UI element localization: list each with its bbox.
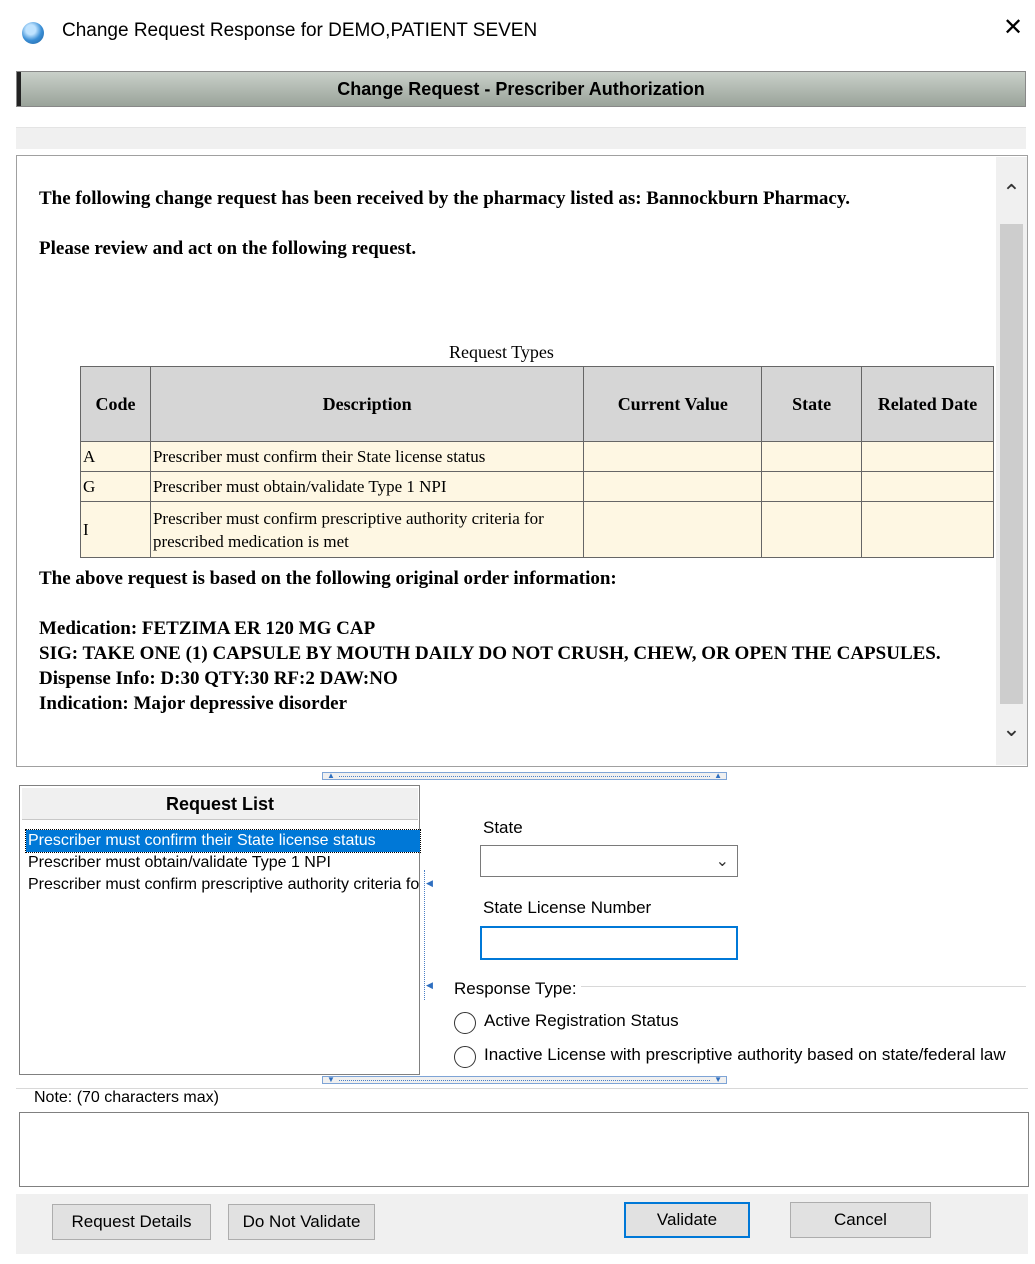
app-icon bbox=[22, 22, 44, 44]
splitter-arrow-down-icon: ▼ bbox=[327, 1075, 335, 1084]
validate-button[interactable]: Validate bbox=[624, 1202, 750, 1238]
cell-related-date bbox=[861, 441, 994, 472]
request-details-button[interactable]: Request Details bbox=[52, 1204, 211, 1240]
cell-current-value bbox=[583, 441, 763, 472]
response-type-label: Response Type: bbox=[454, 979, 581, 999]
col-header-state: State bbox=[761, 366, 863, 442]
scroll-down-icon[interactable]: ⌄ bbox=[996, 716, 1027, 742]
do-not-validate-button[interactable]: Do Not Validate bbox=[228, 1204, 375, 1240]
cell-description: Prescriber must confirm their State lice… bbox=[149, 441, 585, 472]
chevron-down-icon: ⌄ bbox=[715, 853, 729, 870]
cell-current-value bbox=[583, 471, 763, 502]
note-input[interactable] bbox=[19, 1112, 1029, 1187]
splitter-arrow-left-icon: ◀ bbox=[426, 878, 433, 888]
section-header: Change Request - Prescriber Authorizatio… bbox=[16, 71, 1026, 107]
dispense-text: Dispense Info: D:30 QTY:30 RF:2 DAW:NO bbox=[39, 668, 398, 689]
cancel-button[interactable]: Cancel bbox=[790, 1202, 931, 1238]
table-row: I Prescriber must confirm prescriptive a… bbox=[80, 501, 994, 558]
cell-state bbox=[761, 501, 863, 558]
request-document: The following change request has been re… bbox=[16, 155, 1028, 767]
note-label: Note: (70 characters max) bbox=[34, 1089, 223, 1107]
scroll-up-icon[interactable]: ⌃ bbox=[996, 180, 1027, 206]
active-registration-label[interactable]: Active Registration Status bbox=[484, 1011, 679, 1031]
order-info: The above request is based on the follow… bbox=[39, 566, 959, 716]
sig-text: SIG: TAKE ONE (1) CAPSULE BY MOUTH DAILY… bbox=[39, 643, 941, 664]
active-registration-radio[interactable] bbox=[454, 1012, 476, 1034]
request-list-panel bbox=[19, 785, 420, 1075]
license-number-input[interactable] bbox=[480, 926, 738, 960]
intro-text: The following change request has been re… bbox=[39, 188, 851, 209]
review-text: Please review and act on the following r… bbox=[39, 238, 417, 259]
table-caption: Request Types bbox=[449, 342, 554, 362]
table-row: G Prescriber must obtain/validate Type 1… bbox=[80, 471, 994, 502]
list-item[interactable]: Prescriber must obtain/validate Type 1 N… bbox=[26, 852, 420, 874]
list-item[interactable]: Prescriber must confirm their State lice… bbox=[25, 829, 421, 853]
col-header-description: Description bbox=[149, 366, 585, 442]
col-header-current-value: Current Value bbox=[583, 366, 763, 442]
inactive-license-label[interactable]: Inactive License with prescriptive autho… bbox=[484, 1045, 1026, 1065]
cell-related-date bbox=[861, 471, 994, 502]
cell-description: Prescriber must confirm prescriptive aut… bbox=[149, 501, 585, 558]
cell-state bbox=[761, 471, 863, 502]
splitter-vertical[interactable]: ◀ ◀ bbox=[424, 870, 434, 1000]
request-list-header: Request List bbox=[22, 788, 418, 820]
splitter-arrow-up-icon: ▲ bbox=[714, 771, 722, 780]
list-item[interactable]: Prescriber must confirm prescriptive aut… bbox=[26, 874, 420, 896]
scrollbar-thumb[interactable] bbox=[1000, 224, 1023, 704]
splitter-top[interactable]: ▲ ▲ bbox=[322, 771, 727, 780]
cell-related-date bbox=[861, 501, 994, 558]
window-title: Change Request Response for DEMO,PATIENT… bbox=[62, 20, 538, 41]
table-header-row: Code Description Current Value State Rel… bbox=[80, 366, 994, 442]
close-icon[interactable]: ✕ bbox=[1003, 16, 1023, 40]
state-label: State bbox=[483, 818, 523, 837]
cell-current-value bbox=[583, 501, 763, 558]
cell-code: A bbox=[80, 441, 151, 472]
document-body: The following change request has been re… bbox=[39, 186, 959, 261]
cell-code: G bbox=[80, 471, 151, 502]
col-header-code: Code bbox=[80, 366, 151, 442]
cell-code: I bbox=[80, 501, 151, 558]
based-on-text: The above request is based on the follow… bbox=[39, 568, 617, 589]
header-left-border bbox=[17, 72, 21, 106]
col-header-related-date: Related Date bbox=[861, 366, 994, 442]
splitter-dots bbox=[339, 1080, 710, 1081]
license-label: State License Number bbox=[483, 898, 652, 917]
splitter-arrow-left-icon: ◀ bbox=[426, 980, 433, 990]
splitter-arrow-up-icon: ▲ bbox=[327, 771, 335, 780]
state-select[interactable]: ⌄ bbox=[480, 845, 738, 877]
request-types-table: Code Description Current Value State Rel… bbox=[80, 366, 994, 558]
splitter-bottom[interactable]: ▼ ▼ bbox=[322, 1075, 727, 1084]
table-row: A Prescriber must confirm their State li… bbox=[80, 441, 994, 472]
splitter-arrow-down-icon: ▼ bbox=[714, 1075, 722, 1084]
inactive-license-radio[interactable] bbox=[454, 1046, 476, 1068]
cell-state bbox=[761, 441, 863, 472]
splitter-dots bbox=[339, 776, 710, 777]
toolbar-strip bbox=[16, 127, 1026, 149]
cell-description: Prescriber must obtain/validate Type 1 N… bbox=[149, 471, 585, 502]
medication-text: Medication: FETZIMA ER 120 MG CAP bbox=[39, 618, 376, 639]
section-header-title: Change Request - Prescriber Authorizatio… bbox=[337, 79, 705, 99]
indication-text: Indication: Major depressive disorder bbox=[39, 693, 348, 714]
